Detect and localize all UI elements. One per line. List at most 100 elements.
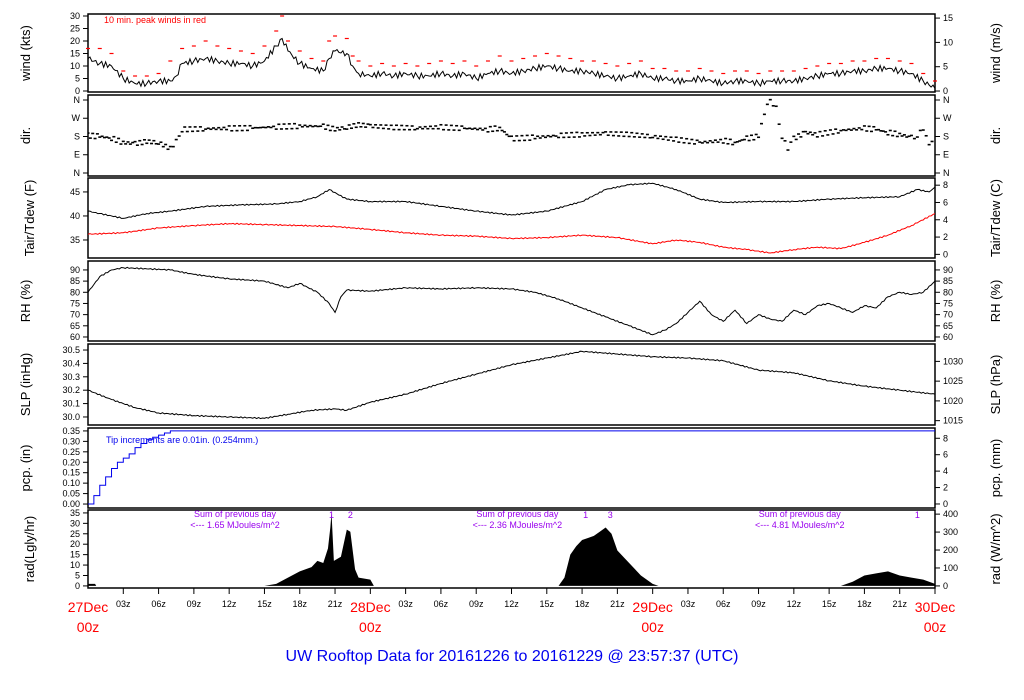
chart-title: UW Rooftop Data for 20161226 to 20161229… — [285, 648, 739, 665]
right-tick-label: 2 — [943, 232, 948, 242]
y-axis-label-right: rad (W/m^2) — [988, 513, 1003, 584]
panel-frame — [87, 177, 936, 259]
right-tick-label: N — [943, 95, 950, 105]
right-tick-label: S — [943, 131, 949, 141]
left-tick-label: 25 — [70, 24, 80, 34]
x-tick-label: 03z — [398, 599, 413, 609]
left-tick-label: 90 — [70, 265, 80, 275]
x-tick-label: 18z — [292, 599, 307, 609]
x-tick-label: 06z — [716, 599, 731, 609]
x-hour-label: 00z — [641, 619, 664, 635]
left-tick-label: 10 — [70, 560, 80, 570]
panel-frame — [87, 343, 936, 426]
left-tick-label: 80 — [70, 287, 80, 297]
panel-frame — [87, 260, 936, 342]
left-tick-label: 25 — [70, 529, 80, 539]
right-tick-label: 6 — [943, 450, 948, 460]
right-tick-label: 6 — [943, 197, 948, 207]
left-tick-label: 30 — [70, 11, 80, 21]
x-tick-label: 18z — [857, 599, 872, 609]
left-tick-label: 45 — [70, 187, 80, 197]
x-tick-label: 06z — [151, 599, 166, 609]
left-tick-label: 35 — [70, 508, 80, 518]
y-axis-label-right: RH (%) — [988, 280, 1003, 323]
panel-tair: 35 40 45 0 2 4 6 8 Tair/Tdew (F) Tair/Tdew (C) — [22, 177, 1003, 259]
left-tick-label: 0.20 — [62, 457, 80, 467]
x-tick-label: 21z — [610, 599, 625, 609]
x-tick-label: 21z — [892, 599, 907, 609]
right-tick-label: 65 — [943, 321, 953, 331]
panel-annotation: 10 min. peak winds in red — [104, 15, 206, 25]
left-tick-label: 85 — [70, 276, 80, 286]
right-tick-label: 15 — [943, 13, 953, 23]
left-tick-label: S — [74, 131, 80, 141]
left-tick-label: 75 — [70, 298, 80, 308]
left-tick-label: 0.05 — [62, 489, 80, 499]
right-tick-label: 1030 — [943, 356, 963, 366]
left-tick-label: 30.3 — [62, 372, 80, 382]
right-tick-label: 75 — [943, 298, 953, 308]
left-tick-label: 0.15 — [62, 468, 80, 478]
radiation-marker: 1 — [329, 510, 334, 520]
series-rh — [88, 266, 935, 336]
left-tick-label: 0 — [75, 581, 80, 591]
left-tick-label: 30.0 — [62, 412, 80, 422]
left-tick-label: N — [74, 95, 81, 105]
day-sum-value: <--- 2.36 MJoules/m^2 — [473, 520, 563, 530]
left-tick-label: 30.5 — [62, 345, 80, 355]
x-tick-label: 18z — [575, 599, 590, 609]
panel-dir: NESWNNESWNdir. dir. — [18, 94, 1003, 178]
right-tick-label: 1015 — [943, 416, 963, 426]
x-day-label: 28Dec — [350, 599, 390, 615]
day-sum-label: Sum of previous day — [476, 509, 559, 519]
left-tick-label: 0.10 — [62, 478, 80, 488]
left-tick-label: 5 — [75, 74, 80, 84]
right-tick-label: W — [943, 113, 952, 123]
y-axis-label: RH (%) — [18, 280, 33, 323]
panel-annotation: Tip increments are 0.01in. (0.254mm.) — [106, 435, 258, 445]
left-tick-label: 0.35 — [62, 426, 80, 436]
y-axis-label: wind (kts) — [18, 25, 33, 82]
right-tick-label: 10 — [943, 37, 953, 47]
x-day-label: 27Dec — [68, 599, 108, 615]
x-hour-label: 00z — [77, 619, 100, 635]
x-tick-label: 03z — [116, 599, 131, 609]
x-tick-label: 09z — [751, 599, 766, 609]
day-sum-label: Sum of previous day — [194, 509, 277, 519]
left-tick-label: 0.25 — [62, 447, 80, 457]
right-tick-label: 0 — [943, 499, 948, 509]
x-tick-label: 15z — [822, 599, 837, 609]
x-tick-label: 12z — [222, 599, 237, 609]
radiation-marker: 2 — [348, 510, 353, 520]
x-tick-label: 06z — [434, 599, 449, 609]
panel-pcp: 0.000.050.100.150.200.250.300.3502468pcp… — [18, 426, 1003, 509]
left-tick-label: 15 — [70, 49, 80, 59]
left-tick-label: 40 — [70, 211, 80, 221]
left-tick-label: 60 — [70, 332, 80, 342]
left-tick-label: E — [74, 150, 80, 160]
x-hour-label: 00z — [924, 619, 947, 635]
left-tick-label: 5 — [75, 570, 80, 580]
right-tick-label: 100 — [943, 563, 958, 573]
x-tick-label: 09z — [469, 599, 484, 609]
right-tick-label: 200 — [943, 545, 958, 555]
right-tick-label: 8 — [943, 433, 948, 443]
right-tick-label: 60 — [943, 332, 953, 342]
panel-rad: 051015202530350100200300400rad(Lgly/hr) r… — [22, 508, 1003, 591]
left-tick-label: W — [72, 113, 81, 123]
right-tick-label: 1025 — [943, 376, 963, 386]
radiation-marker: 1 — [915, 510, 920, 520]
radiation-marker: 3 — [608, 510, 613, 520]
y-axis-label-right: SLP (hPa) — [988, 355, 1003, 415]
right-tick-label: 4 — [943, 215, 948, 225]
x-day-label: 29Dec — [632, 599, 672, 615]
left-tick-label: 20 — [70, 539, 80, 549]
y-axis-label: Tair/Tdew (F) — [22, 180, 37, 257]
panel-rh: 6065707580859060657075808590RH (%) RH (%) — [18, 260, 1003, 342]
y-axis-label-right: dir. — [988, 127, 1003, 144]
x-tick-label: 15z — [257, 599, 272, 609]
radiation-marker: 1 — [583, 510, 588, 520]
right-tick-label: 8 — [943, 180, 948, 190]
left-tick-label: 70 — [70, 310, 80, 320]
right-tick-label: N — [943, 168, 950, 178]
